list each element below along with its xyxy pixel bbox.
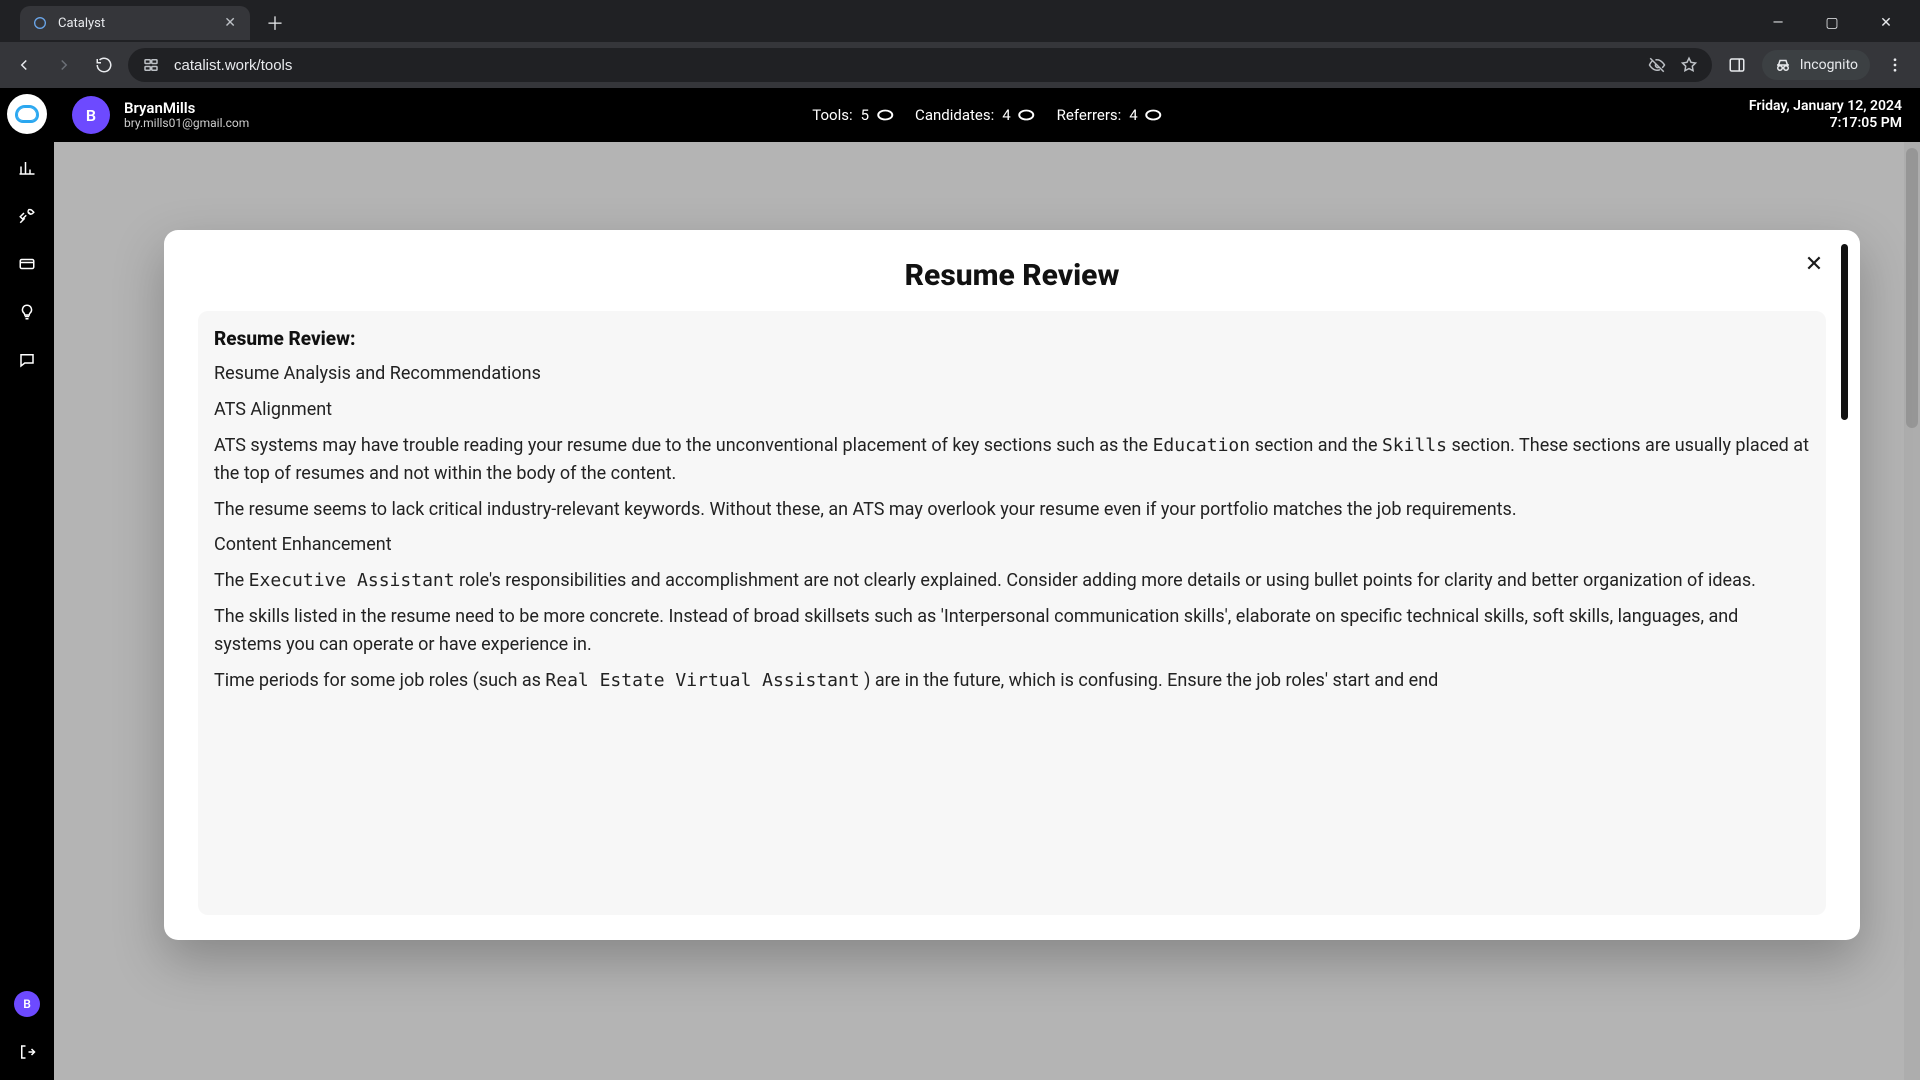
nav-logout[interactable] xyxy=(7,1030,47,1074)
bookmark-star-icon[interactable] xyxy=(1678,54,1700,76)
modal-subheading: Resume Review: xyxy=(214,327,1810,350)
nav-messages[interactable] xyxy=(7,338,47,382)
chat-icon xyxy=(18,351,36,369)
stat-candidates-count: 4 xyxy=(1002,106,1010,124)
mono-text: Executive Assistant xyxy=(249,570,455,591)
tab-title: Catalyst xyxy=(58,16,212,31)
mono-text: Real Estate Virtual Assistant xyxy=(545,670,859,691)
nav-reload-button[interactable] xyxy=(88,49,120,81)
user-box: BryanMills bry.mills01@gmail.com xyxy=(124,100,249,130)
eye-off-icon[interactable] xyxy=(1646,54,1668,76)
incognito-icon xyxy=(1774,56,1792,74)
logout-icon xyxy=(18,1043,36,1061)
app-logo[interactable] xyxy=(7,94,47,134)
modal-paragraph: ATS systems may have trouble reading you… xyxy=(214,432,1810,488)
nav-tools[interactable] xyxy=(7,194,47,238)
avatar-small: B xyxy=(14,991,40,1017)
modal-close-button[interactable]: ✕ xyxy=(1798,248,1830,280)
resume-review-modal: ✕ Resume Review Resume Review: Resume An… xyxy=(164,230,1860,940)
stat-candidates-label: Candidates: xyxy=(915,106,994,124)
user-email: bry.mills01@gmail.com xyxy=(124,117,249,130)
modal-paragraph: The resume seems to lack critical indust… xyxy=(214,496,1810,524)
modal-paragraph: The Executive Assistant role's responsib… xyxy=(214,567,1810,595)
kebab-menu-icon[interactable] xyxy=(1878,48,1912,82)
date-text: Friday, January 12, 2024 xyxy=(1749,98,1902,116)
coin-icon xyxy=(1146,110,1162,121)
time-text: 7:17:05 PM xyxy=(1749,115,1902,133)
modal-paragraph: Resume Analysis and Recommendations xyxy=(214,360,1810,388)
nav-wallet[interactable] xyxy=(7,242,47,286)
stat-tools-label: Tools: xyxy=(812,106,852,124)
stat-candidates: Candidates: 4 xyxy=(915,106,1035,124)
incognito-chip[interactable]: Incognito xyxy=(1762,50,1870,80)
stat-referrers: Referrers: 4 xyxy=(1057,106,1162,124)
nav-dashboard[interactable] xyxy=(7,146,47,190)
mono-text: Skills xyxy=(1382,435,1447,456)
modal-paragraph: Content Enhancement xyxy=(214,531,1810,559)
bar-chart-icon xyxy=(18,159,36,177)
address-bar[interactable] xyxy=(128,48,1712,82)
nav-ideas[interactable] xyxy=(7,290,47,334)
window-minimize-button[interactable]: — xyxy=(1756,8,1800,38)
new-tab-button[interactable]: ＋ xyxy=(258,6,292,40)
modal-scrollbar[interactable] xyxy=(1841,244,1848,420)
stat-referrers-label: Referrers: xyxy=(1057,106,1122,124)
page-content: Tools Try it Powered by OpenAI xyxy=(54,142,1920,1080)
stat-tools-count: 5 xyxy=(861,106,869,124)
modal-title: Resume Review xyxy=(198,258,1826,293)
nav-user-avatar[interactable]: B xyxy=(7,982,47,1026)
username: BryanMills xyxy=(124,100,249,117)
mono-text: Education xyxy=(1153,435,1251,456)
tab-favicon-icon xyxy=(32,15,48,31)
modal-body[interactable]: Resume Review: Resume Analysis and Recom… xyxy=(198,311,1826,915)
datetime: Friday, January 12, 2024 7:17:05 PM xyxy=(1749,98,1902,133)
browser-tab[interactable]: Catalyst ✕ xyxy=(20,6,250,40)
url-input[interactable] xyxy=(172,56,1636,75)
topbar-stats: Tools: 5 Candidates: 4 Referrers: 4 xyxy=(812,106,1161,124)
window-maximize-button[interactable]: ▢ xyxy=(1810,8,1854,38)
tab-close-button[interactable]: ✕ xyxy=(222,13,238,33)
app-topbar: B BryanMills bry.mills01@gmail.com Tools… xyxy=(54,88,1920,142)
sidepanel-icon[interactable] xyxy=(1720,48,1754,82)
tools-icon xyxy=(18,207,36,225)
modal-paragraph: Time periods for some job roles (such as… xyxy=(214,667,1810,695)
credit-card-icon xyxy=(18,255,36,273)
cloud-icon xyxy=(15,105,39,123)
browser-chrome: Catalyst ✕ ＋ — ▢ ✕ xyxy=(0,0,1920,88)
avatar[interactable]: B xyxy=(72,96,110,134)
left-nav-rail: B xyxy=(0,88,54,1080)
coin-icon xyxy=(1019,110,1035,121)
window-close-button[interactable]: ✕ xyxy=(1864,8,1908,38)
stat-referrers-count: 4 xyxy=(1129,106,1137,124)
incognito-label: Incognito xyxy=(1800,57,1858,73)
nav-forward-button[interactable] xyxy=(48,49,80,81)
lightbulb-icon xyxy=(18,303,36,321)
window-controls: — ▢ ✕ xyxy=(1756,8,1914,38)
coin-icon xyxy=(877,110,893,121)
stat-tools: Tools: 5 xyxy=(812,106,893,124)
modal-paragraph: ATS Alignment xyxy=(214,396,1810,424)
modal-paragraph: The skills listed in the resume need to … xyxy=(214,603,1810,659)
site-settings-icon[interactable] xyxy=(140,54,162,76)
nav-back-button[interactable] xyxy=(8,49,40,81)
